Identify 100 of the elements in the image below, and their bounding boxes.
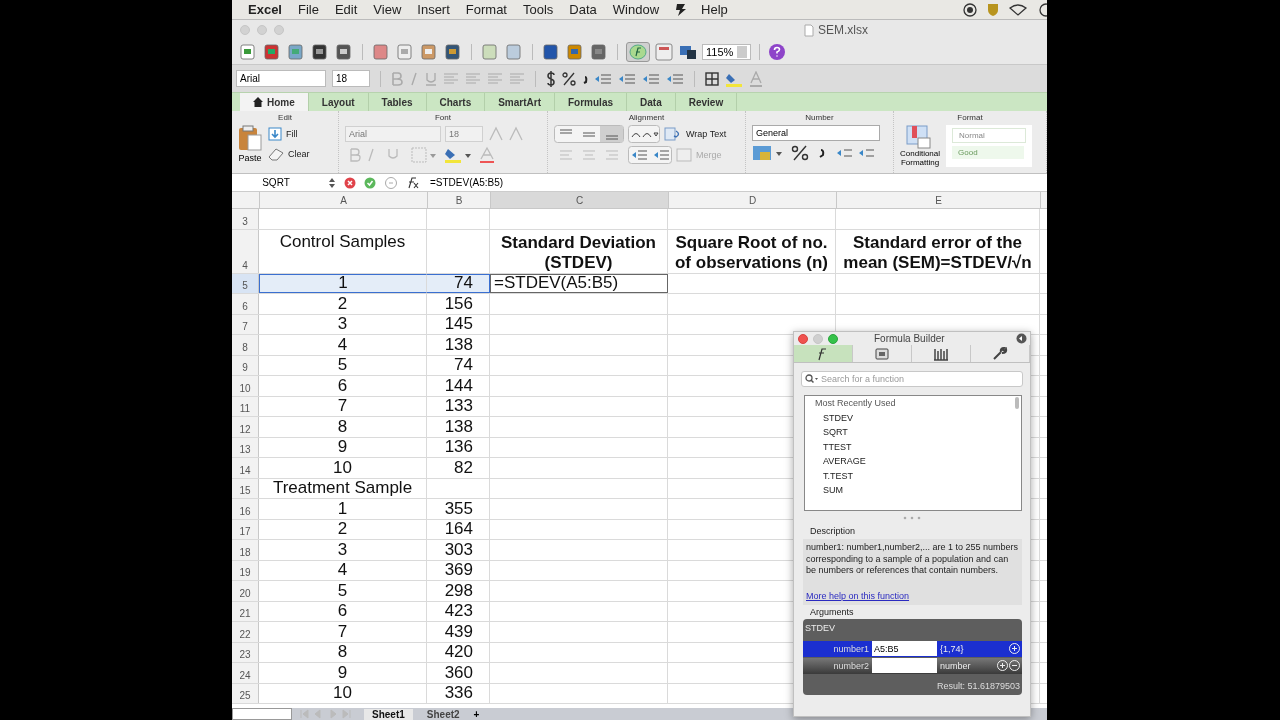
formula-field[interactable]: =STDEV(A5:B5)	[430, 177, 504, 188]
row-header[interactable]: 12	[232, 417, 259, 437]
percent-icon[interactable]	[790, 144, 810, 162]
table-cell: 9	[337, 437, 348, 458]
indent-icon[interactable]	[666, 71, 684, 86]
formula-options-icon[interactable]	[384, 176, 398, 189]
argument-field[interactable]: A5:B5	[872, 641, 937, 656]
borders-icon[interactable]	[705, 71, 719, 86]
row-header[interactable]: 22	[232, 622, 259, 642]
menu-item[interactable]: Help	[701, 2, 728, 17]
stepper-icon[interactable]	[328, 176, 336, 189]
row-header[interactable]: 10	[232, 376, 259, 396]
menu-item[interactable]: Format	[465, 2, 507, 17]
row-header[interactable]: 18	[232, 540, 259, 560]
resize-handle-icon[interactable]	[903, 516, 921, 520]
menu-item[interactable]: Insert	[417, 2, 450, 17]
remove-icon[interactable]	[1009, 660, 1020, 671]
column-header[interactable]: E	[837, 192, 1041, 208]
column-header[interactable]: A	[260, 192, 428, 208]
add-icon[interactable]	[1009, 643, 1020, 654]
wifi-icon[interactable]	[1009, 3, 1027, 16]
result-text: Result: 51.61879503	[935, 679, 1021, 693]
help-link[interactable]: More help on this function	[806, 590, 1019, 601]
fill-button[interactable]: Fill	[268, 127, 310, 141]
help-icon[interactable]	[768, 43, 787, 61]
function-item[interactable]: TTEST	[815, 441, 1021, 452]
row-header[interactable]: 6	[232, 294, 259, 314]
percent-icon[interactable]	[562, 71, 576, 86]
row-header[interactable]: 3	[232, 209, 259, 229]
function-item[interactable]: SUM	[815, 485, 1021, 495]
app-menu[interactable]: Excel	[248, 2, 282, 17]
row-header[interactable]: 4	[232, 229, 259, 273]
font-field[interactable]: Arial	[236, 70, 326, 87]
indent-icon[interactable]	[642, 71, 660, 86]
confirm-icon[interactable]	[364, 176, 376, 189]
bold-icon[interactable]	[391, 71, 403, 86]
fill-color-icon[interactable]	[443, 146, 473, 164]
argument-row[interactable]: number1 A5:B5 {1,74}	[803, 640, 1022, 657]
conditional-formatting-button[interactable]: Conditional Formatting	[900, 125, 941, 167]
number-format-dropdown[interactable]: General	[752, 125, 880, 141]
close-button[interactable]	[798, 333, 808, 344]
row-header[interactable]: 16	[232, 499, 259, 519]
media-icon[interactable]	[678, 43, 698, 61]
ribbon-tab[interactable]: Home	[240, 93, 309, 111]
table-cell: 82	[454, 457, 473, 478]
font-field[interactable]: Arial	[345, 126, 441, 142]
font-size-field[interactable]: 18	[445, 126, 483, 142]
name-box[interactable]: SQRT	[232, 177, 320, 188]
shield-icon[interactable]	[987, 2, 999, 17]
font-size-field[interactable]: 18	[332, 70, 370, 87]
font-color-icon[interactable]	[749, 70, 763, 87]
menu-item[interactable]: File	[298, 2, 319, 17]
column-header[interactable]: C	[491, 192, 669, 208]
panel-title: Formula Builder	[874, 333, 945, 344]
table-cell: =STDEV(A5:B5)	[494, 273, 619, 294]
paste-button[interactable]: Paste	[238, 125, 262, 163]
row-header[interactable]: 24	[232, 663, 259, 683]
table-cell: 336	[444, 683, 473, 704]
function-icon[interactable]	[406, 176, 420, 189]
vertical-align-icon[interactable]	[554, 125, 624, 143]
decimal-icon[interactable]	[594, 71, 612, 86]
underline-icon[interactable]	[425, 71, 437, 86]
horizontal-scrollbar[interactable]	[232, 708, 292, 720]
menu-item[interactable]: Edit	[334, 2, 358, 17]
argument-row[interactable]: number2 number	[803, 657, 1022, 674]
row-header[interactable]: 20	[232, 581, 259, 601]
script-icon[interactable]	[675, 2, 688, 17]
zoom-field[interactable]: 115%	[702, 44, 752, 60]
add-icon[interactable]	[997, 660, 1008, 671]
row-header[interactable]: 14	[232, 458, 259, 478]
cell-style[interactable]: Normal	[952, 128, 1027, 143]
wrap-text-button[interactable]: Wrap Text	[664, 127, 727, 141]
cancel-icon[interactable]	[344, 176, 356, 189]
orientation-icon[interactable]	[628, 125, 660, 143]
menu-item[interactable]: Tools	[523, 2, 554, 17]
record-icon[interactable]	[963, 2, 977, 17]
add-sheet-button[interactable]: +	[473, 708, 480, 720]
function-item[interactable]: T.TEST	[815, 470, 1021, 481]
indent-icon[interactable]	[628, 146, 672, 164]
clock-icon[interactable]	[1037, 2, 1047, 17]
function-item[interactable]: STDEV	[815, 412, 1021, 423]
zoom-button[interactable]	[828, 333, 838, 344]
menu-item[interactable]: Window	[612, 2, 660, 17]
clear-button[interactable]: Clear	[268, 147, 310, 161]
formula-builder-button[interactable]	[626, 42, 650, 62]
function-item[interactable]: AVERAGE	[815, 456, 1021, 466]
back-icon[interactable]	[1016, 333, 1027, 344]
wrench-icon	[992, 346, 1008, 361]
row-header[interactable]: 8	[232, 335, 259, 355]
menu-item[interactable]: Data	[569, 2, 597, 17]
italic-icon[interactable]	[409, 71, 419, 86]
column-header[interactable]: D	[669, 192, 837, 208]
search-field[interactable]: Search for a function	[801, 371, 1023, 387]
table-cell: 8	[337, 642, 348, 663]
function-item[interactable]: SQRT	[815, 427, 1021, 437]
argument-field[interactable]	[872, 658, 937, 673]
sheet-tab[interactable]: Sheet1	[364, 708, 413, 720]
dollar-icon[interactable]	[546, 70, 556, 87]
menu-item[interactable]: View	[373, 2, 402, 17]
decimal-icon[interactable]	[618, 71, 636, 86]
